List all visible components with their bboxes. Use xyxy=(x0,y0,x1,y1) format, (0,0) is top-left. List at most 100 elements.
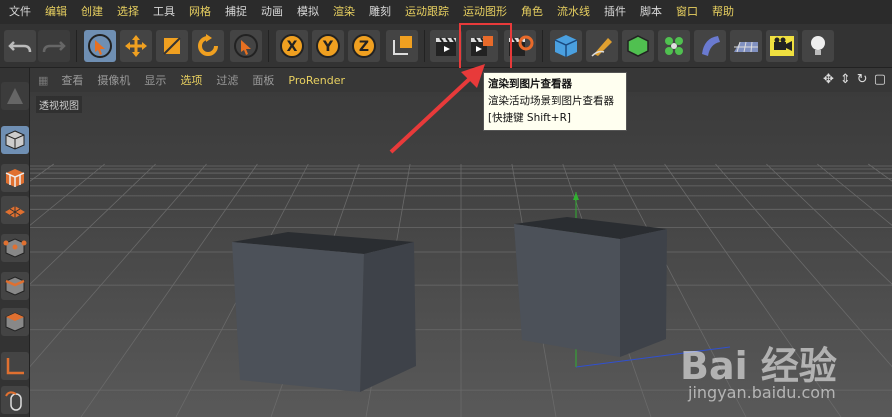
coordinate-system-icon xyxy=(393,36,412,55)
subdivision-icon xyxy=(627,35,649,57)
tooltip: 渲染到图片查看器 渲染活动场景到图片查看器 [快捷键 Shift+R] xyxy=(483,72,627,131)
coordinate-system-button[interactable] xyxy=(386,30,418,62)
menu-item[interactable]: 选择 xyxy=(110,0,146,24)
model-mode-button[interactable] xyxy=(1,126,29,154)
clapperboard-icon xyxy=(436,37,456,56)
y-axis-icon: Y xyxy=(316,34,340,58)
edges-mode-button[interactable] xyxy=(1,272,29,300)
pan-icon[interactable]: ✥ xyxy=(823,72,834,88)
tooltip-shortcut: [快捷键 Shift+R] xyxy=(488,112,571,124)
x-axis-button[interactable]: X xyxy=(276,30,308,62)
move-icon xyxy=(125,35,147,57)
cursor-select-icon xyxy=(88,34,112,58)
camera-icon xyxy=(770,36,794,56)
menu-item[interactable]: 模拟 xyxy=(290,0,326,24)
undo-button[interactable] xyxy=(4,30,36,62)
render-view-button[interactable] xyxy=(430,30,462,62)
watermark-url: jingyan.baidu.com xyxy=(688,383,836,402)
cube-icon xyxy=(554,35,578,57)
cube-button[interactable] xyxy=(550,30,582,62)
menu-item[interactable]: 雕刻 xyxy=(362,0,398,24)
model-cube-icon xyxy=(5,130,25,150)
undo-icon xyxy=(8,41,32,53)
recent-tool-button[interactable] xyxy=(230,30,262,62)
menu-item[interactable]: 脚本 xyxy=(633,0,669,24)
workplane-icon xyxy=(5,206,25,218)
menu-item[interactable]: 角色 xyxy=(514,0,550,24)
viewport-menu-display[interactable]: 显示 xyxy=(137,72,173,88)
redo-icon xyxy=(42,41,66,53)
scale-button[interactable] xyxy=(156,30,188,62)
make-editable-icon xyxy=(7,88,23,104)
menu-item[interactable]: 编辑 xyxy=(38,0,74,24)
zoom-icon[interactable]: ⇕ xyxy=(840,72,851,88)
floor-icon xyxy=(734,41,758,53)
menu-item[interactable]: 窗口 xyxy=(669,0,705,24)
x-axis-label: X xyxy=(287,39,298,55)
watermark: Bai 经验 jingyan.baidu.com xyxy=(680,335,880,417)
camera-button[interactable] xyxy=(766,30,798,62)
cloner-icon xyxy=(665,37,683,55)
viewport-menu-options[interactable]: 选项 xyxy=(173,72,209,88)
light-button[interactable] xyxy=(802,30,834,62)
menu-item[interactable]: 运动图形 xyxy=(456,0,514,24)
viewport-menu-filter[interactable]: 过滤 xyxy=(209,72,245,88)
tooltip-title: 渲染到图片查看器 xyxy=(488,78,572,90)
viewport-menu-prorender[interactable]: ProRender xyxy=(281,74,352,87)
menu-item[interactable]: 捕捉 xyxy=(218,0,254,24)
polygons-mode-button[interactable] xyxy=(1,308,29,336)
viewport-menu-camera[interactable]: 摄像机 xyxy=(90,72,137,88)
maximize-icon[interactable]: ▢ xyxy=(874,72,886,88)
scale-icon xyxy=(163,37,181,55)
x-axis-icon: X xyxy=(280,34,304,58)
points-mode-button[interactable] xyxy=(1,234,29,262)
y-axis-label: Y xyxy=(322,39,334,55)
z-axis-button[interactable]: Z xyxy=(348,30,380,62)
make-editable-button[interactable] xyxy=(1,82,29,110)
orbit-icon[interactable]: ↻ xyxy=(857,72,868,88)
menu-item[interactable]: 插件 xyxy=(597,0,633,24)
viewport-label: 透视视图 xyxy=(36,96,82,113)
light-bulb-icon xyxy=(811,36,825,55)
rotate-button[interactable] xyxy=(192,30,224,62)
menu-item[interactable]: 文件 xyxy=(2,0,38,24)
menu-item[interactable]: 网格 xyxy=(182,0,218,24)
menu-item[interactable]: 动画 xyxy=(254,0,290,24)
texture-mode-button[interactable] xyxy=(1,164,29,192)
z-axis-label: Z xyxy=(359,39,369,55)
live-selection-button[interactable] xyxy=(84,30,116,62)
menu-item[interactable]: 流水线 xyxy=(550,0,597,24)
floor-button[interactable] xyxy=(730,30,762,62)
axis-mode-button[interactable] xyxy=(1,352,29,380)
menu-item[interactable]: 渲染 xyxy=(326,0,362,24)
viewport-menu-view[interactable]: 查看 xyxy=(54,72,90,88)
rotate-icon xyxy=(198,34,218,56)
checker-cube-icon xyxy=(5,169,25,187)
cursor-icon xyxy=(234,34,258,58)
menu-item[interactable]: 帮助 xyxy=(705,0,741,24)
z-axis-icon: Z xyxy=(352,34,376,58)
y-axis-button[interactable]: Y xyxy=(312,30,344,62)
cloner-button[interactable] xyxy=(658,30,690,62)
redo-button[interactable] xyxy=(38,30,70,62)
bend-icon xyxy=(702,36,720,56)
menu-bar: 文件 编辑 创建 选择 工具 网格 捕捉 动画 模拟 渲染 雕刻 运动跟踪 运动图形 角色 流水线 插件 脚本窗… xyxy=(0,0,892,24)
viewport-nav: ✥ ⇕ ↻ ▢ xyxy=(823,72,886,88)
move-button[interactable] xyxy=(120,30,152,62)
tooltip-description: 渲染活动场景到图片查看器 xyxy=(488,95,614,107)
menu-item[interactable]: 工具 xyxy=(146,0,182,24)
deformer-button[interactable] xyxy=(694,30,726,62)
pen-icon xyxy=(591,38,612,57)
subdivision-surface-button[interactable] xyxy=(622,30,654,62)
edges-icon xyxy=(5,276,25,296)
axis-icon xyxy=(6,358,24,375)
viewport-menu-panel[interactable]: 面板 xyxy=(245,72,281,88)
tweak-mode-button[interactable] xyxy=(1,386,29,414)
mouse-icon xyxy=(5,391,22,411)
workplane-mode-button[interactable] xyxy=(1,196,29,224)
pen-spline-button[interactable] xyxy=(586,30,618,62)
polygons-icon xyxy=(5,312,25,332)
menu-item[interactable]: 创建 xyxy=(74,0,110,24)
menu-item[interactable]: 运动跟踪 xyxy=(398,0,456,24)
points-icon xyxy=(3,238,27,258)
